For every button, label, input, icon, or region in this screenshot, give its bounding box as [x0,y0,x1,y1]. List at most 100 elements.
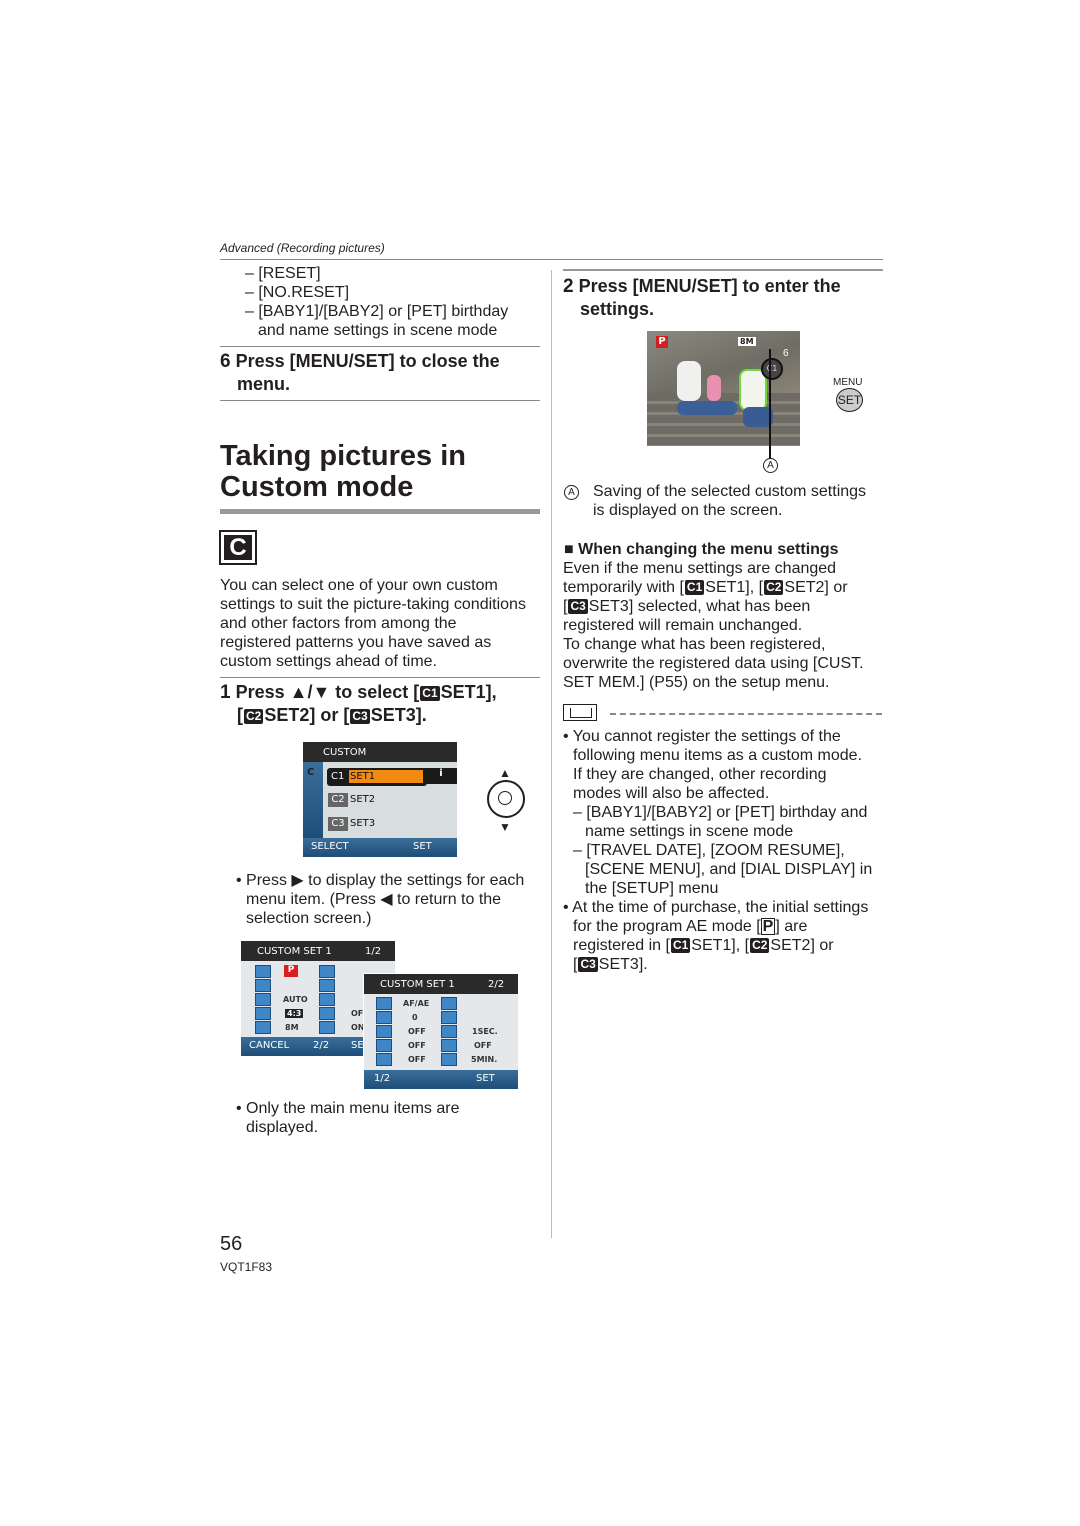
text-line: You can select one of your own custom [220,577,498,594]
divider [220,346,540,347]
setting-value: 0 [412,1013,418,1022]
text-line: modes will also be affected. [573,785,770,802]
setting-value: 1SEC. [472,1027,498,1036]
menu-label: MENU [833,377,863,388]
text: registered in [ [573,937,670,954]
setting-value: ON [351,1023,365,1032]
step-number: 6 [220,351,231,372]
text-line: overwrite the registered data using [CUS… [563,655,864,672]
c3-icon: C3 [578,957,598,972]
text: SET2] or [784,579,848,596]
custom-menu-screen: CUSTOM C i C1 SET1 C2 SET2 C3 SET3 SELEC… [303,742,457,857]
step-text: Press [MENU/SET] to enter the [578,276,841,296]
text-line: menu item. (Press ◀ to return to the [246,891,502,908]
step-number: 2 [563,276,574,297]
step-text: SET3]. [370,705,427,725]
cursor-dial-icon: ▲ ▼ [486,766,526,834]
setting-value: 4:3 [285,1009,304,1018]
set-hint: SET [413,841,432,852]
title-rule [220,509,540,514]
remaining-count: 6 [783,348,789,359]
divider [220,400,540,401]
text-line: [SCENE MENU], and [DIAL DISPLAY] in [585,861,873,878]
mode-letter: C [224,535,252,560]
setting-value: AUTO [283,995,308,1004]
setting-value: OFF [408,1055,426,1064]
step-6: 6 Press [MENU/SET] to close the menu. [220,350,500,395]
screen-title: CUSTOM [303,742,457,762]
screen-title: CUSTOM SET 1 [380,979,455,990]
c1-icon: C1 [331,771,345,782]
text-line: custom settings ahead of time. [220,653,437,670]
subheading: ■ When changing the menu settings [564,540,839,559]
dashed-rule [610,713,882,715]
step-2: 2 Press [MENU/SET] to enter the settings… [563,275,841,320]
manual-page: Advanced (Recording pictures) – [RESET] … [0,0,1080,1526]
set-hint: SE [351,1040,364,1051]
text-line: [BABY1]/[BABY2] or [PET] birthday and [586,804,868,821]
c2-icon: C2 [244,709,264,724]
header-rule [220,259,883,260]
intro-paragraph: You can select one of your own custom se… [220,576,550,671]
notes: • You cannot register the settings of th… [563,727,893,974]
info-icon: i [425,768,457,784]
step-text: settings. [580,299,655,319]
bullet-display-settings: • Press ▶ to display the settings for ea… [236,871,546,928]
note-icon [563,704,597,721]
text-line: Even if the menu settings are changed [563,560,837,577]
text: SET1], [ [691,937,750,954]
c2-icon: C2 [750,938,770,953]
text: temporarily with [ [563,579,684,596]
text: ] are [775,918,808,935]
select-hint: SELECT [311,841,349,852]
step-number: 1 [220,682,231,703]
picture-size-icon: 8M [738,337,756,346]
list-item: and name settings in scene mode [258,322,498,339]
text-line: Press ▶ to display the settings for each [246,872,525,889]
text-line: and other factors from among the [220,615,457,632]
c1-icon: C1 [670,938,691,953]
text-line: following menu items as a custom mode. [573,747,863,764]
page-hint: 2/2 [313,1040,330,1051]
text-line: If they are changed, other recording [573,766,827,783]
setting-value: 5MIN. [471,1055,498,1064]
setting-value: OFF [408,1041,426,1050]
text-line: Only the main menu items are [246,1100,460,1117]
list-item: [RESET] [258,265,321,282]
text: for the program AE mode [ [573,918,761,935]
menu-item-set3[interactable]: SET3 [350,818,375,829]
menu-set-button-icon: SET [836,388,863,412]
step-text: menu. [237,374,291,394]
text-line: At the time of purchase, the initial set… [572,899,869,916]
text-line: the [SETUP] menu [585,880,719,897]
setting-value: 8M [285,1023,299,1032]
text: [ [573,956,578,973]
page-title: Taking pictures in Custom mode [220,441,466,503]
text-line: You cannot register the settings of the [572,728,841,745]
text: [ [563,598,568,615]
text-line: Saving of the selected custom settings [593,483,867,500]
divider [220,677,540,678]
menu-item-set1[interactable]: SET1 [350,771,375,782]
page-indicator: 2/2 [488,979,505,990]
callout-line [769,349,771,459]
setting-value: OFF [474,1041,492,1050]
c2-icon: C2 [764,580,784,595]
callout-caption: Saving of the selected custom settings i… [593,482,866,520]
custom-tab: C [307,767,315,778]
divider [563,269,883,271]
bullet-main-items: • Only the main menu items are displayed… [236,1100,460,1136]
step-text: [ [237,705,243,725]
c1-icon: C1 [420,686,440,701]
menu-settings-paragraph: Even if the menu settings are changed te… [563,559,883,692]
text-line: registered will remain unchanged. [563,617,803,634]
menu-item-set2[interactable]: SET2 [350,794,375,805]
step-text: SET1], [440,682,497,702]
step-text: Press [MENU/SET] to close the [235,351,500,371]
step-text: SET2] or [ [264,705,350,725]
text-line: [TRAVEL DATE], [ZOOM RESUME], [586,842,845,859]
callout-marker-a: A [763,458,778,473]
section-header: Advanced (Recording pictures) [220,241,385,255]
custom-set-screen-page2: CUSTOM SET 1 2/2 AF/AE 0 OFF OFF OFF 1SEC… [363,973,519,1090]
text-line: SET MEM.] (P55) on the setup menu. [563,674,830,691]
